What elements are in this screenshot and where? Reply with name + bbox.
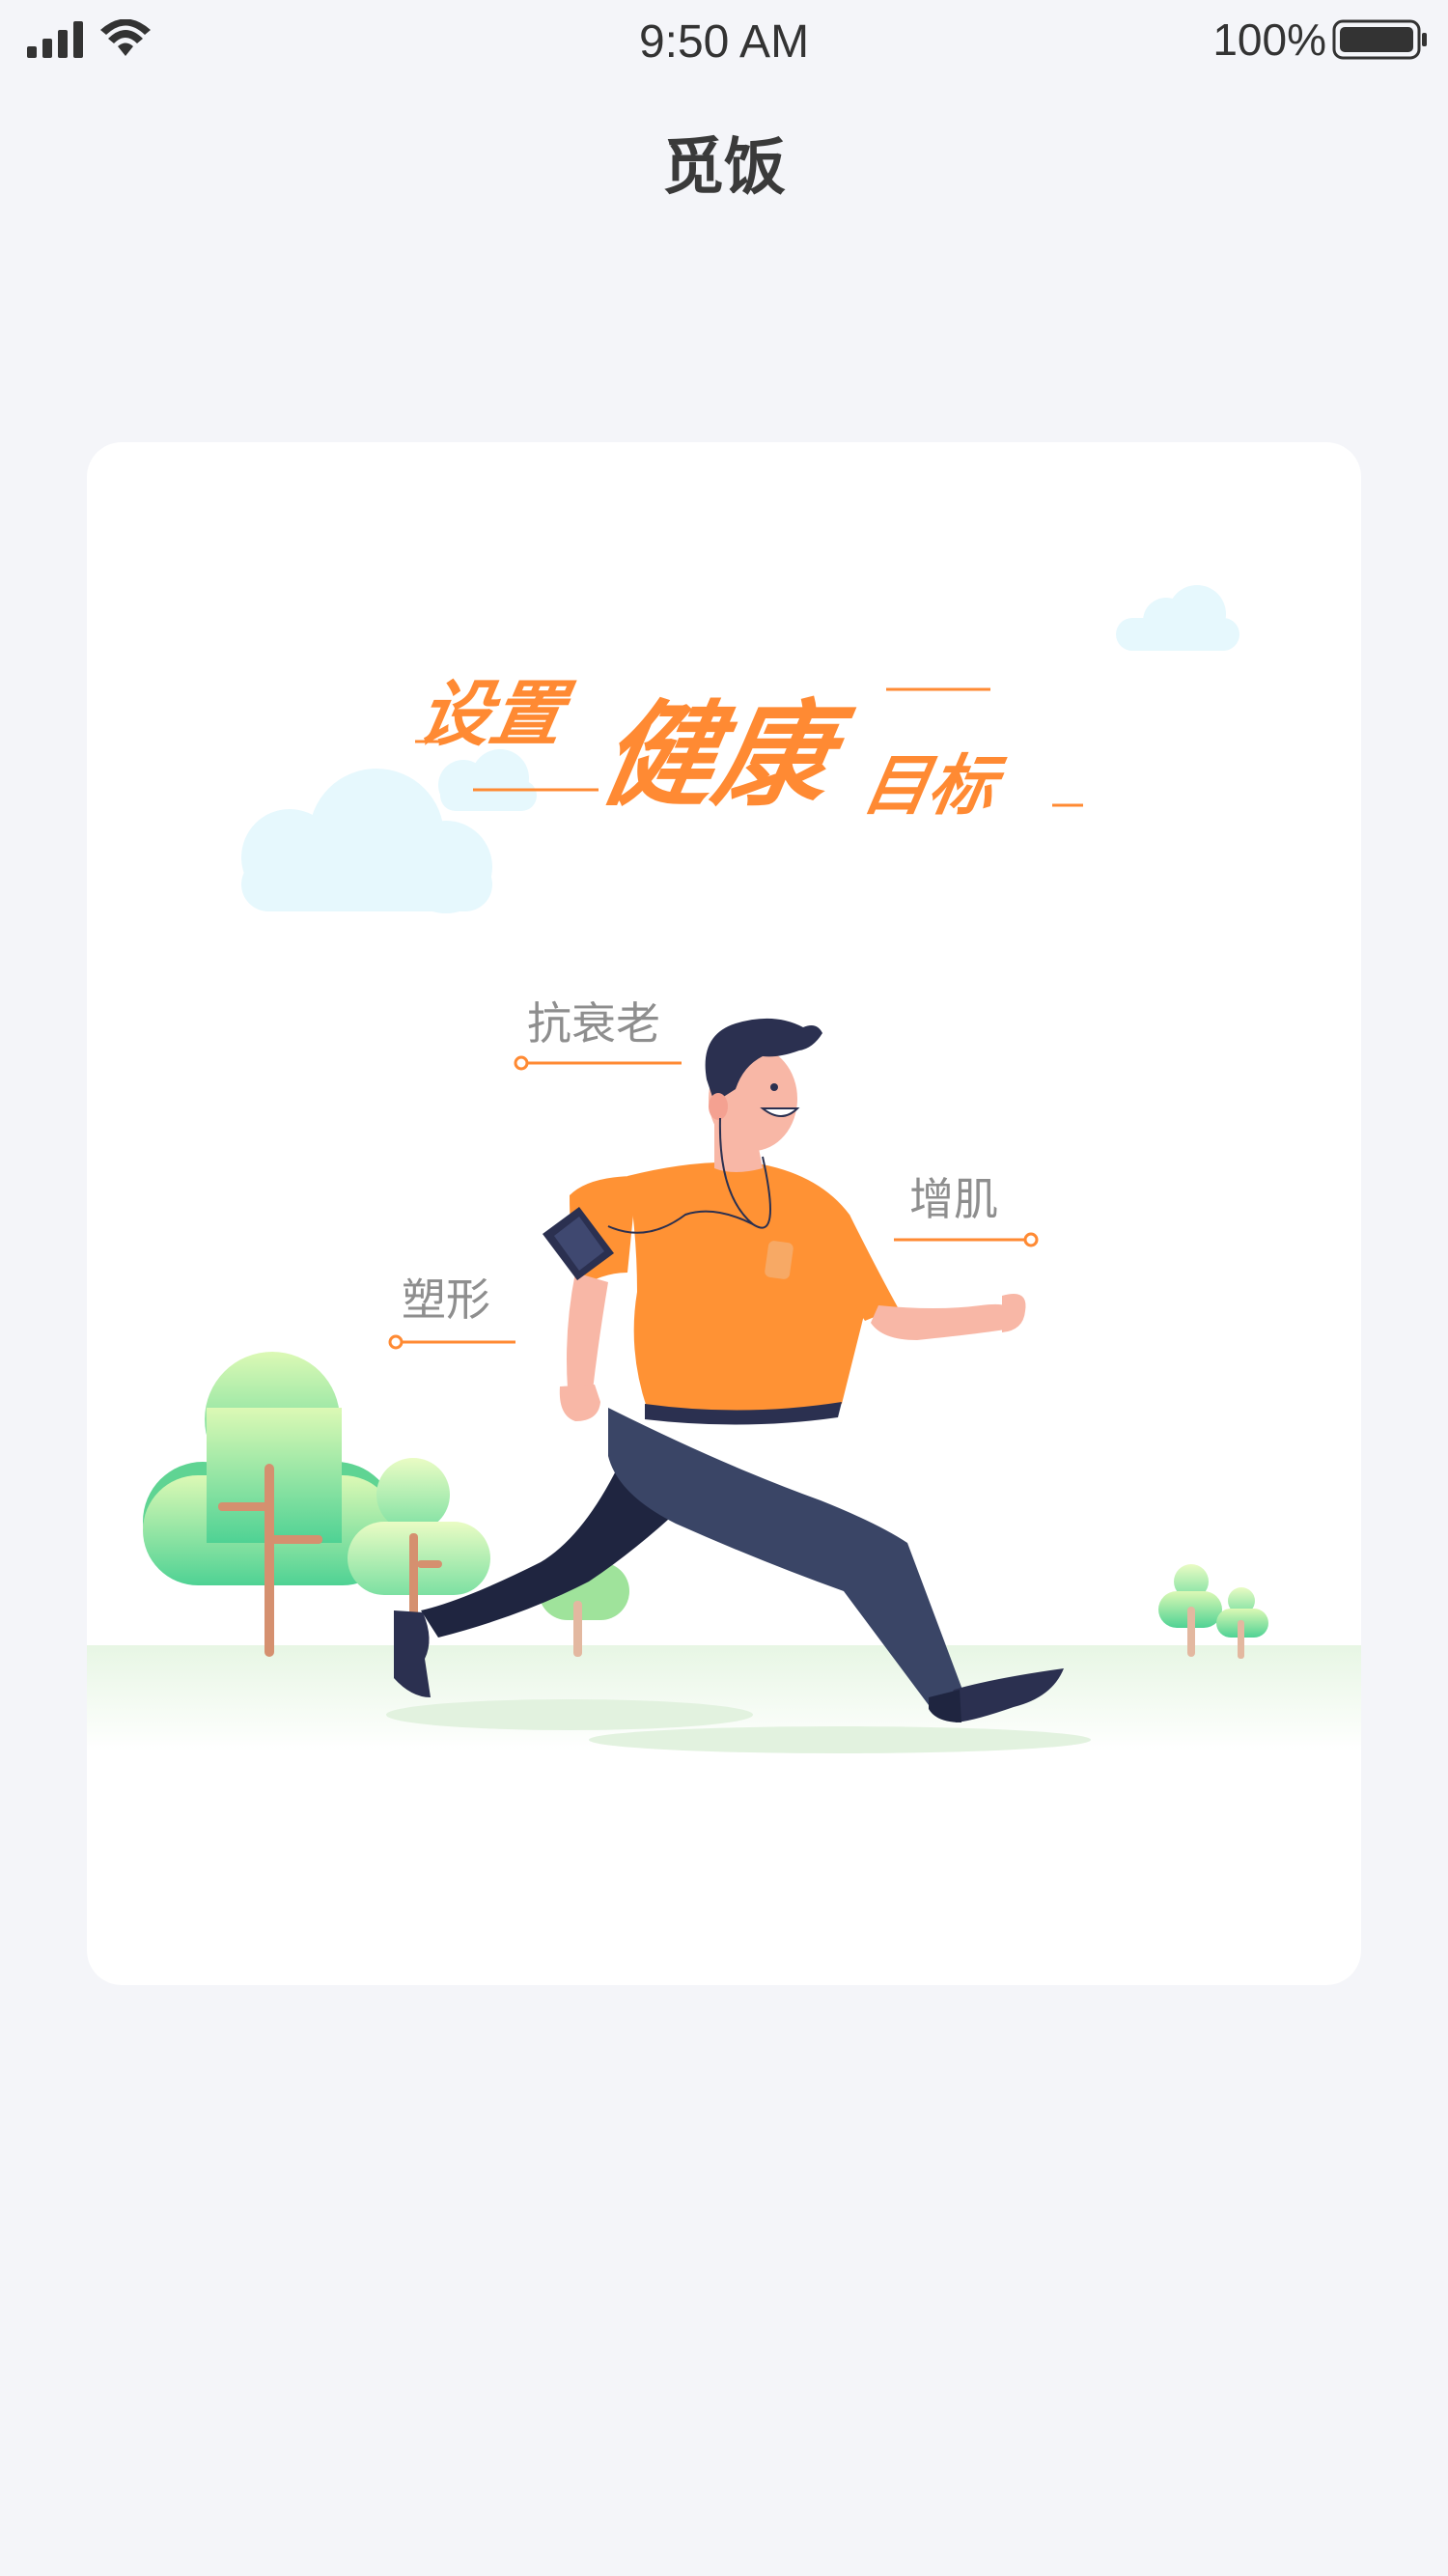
goal-label-body-shaping: 塑形: [402, 1274, 490, 1326]
page-title: 觅饭: [662, 132, 786, 204]
label-line-anti-aging: [514, 1055, 682, 1071]
battery-icon: [1332, 19, 1427, 60]
headline-goal: 目标: [856, 748, 1002, 825]
runner-figure: [394, 1018, 1064, 1722]
label-line-shaping: [388, 1334, 515, 1350]
battery-percent: 100%: [1212, 14, 1326, 65]
goal-label-muscle-gain: 增肌: [909, 1173, 998, 1225]
page: 9:50 AM 100% 觅饭 设置 健康 目标 抗衰老 增肌 塑形: [0, 0, 1448, 2576]
goal-label-anti-aging: 抗衰老: [527, 997, 660, 1050]
headline-set: 设置: [412, 673, 571, 756]
headline-health: 健康: [590, 688, 843, 822]
health-goal-card[interactable]: 设置 健康 目标 抗衰老 增肌 塑形: [87, 442, 1361, 1985]
cloud-top-right: [1116, 585, 1239, 651]
status-bar: 9:50 AM 100%: [0, 0, 1448, 87]
tree-right-1: [1158, 1564, 1222, 1657]
label-line-muscle: [894, 1232, 1039, 1247]
tree-left-large: [143, 1352, 398, 1657]
